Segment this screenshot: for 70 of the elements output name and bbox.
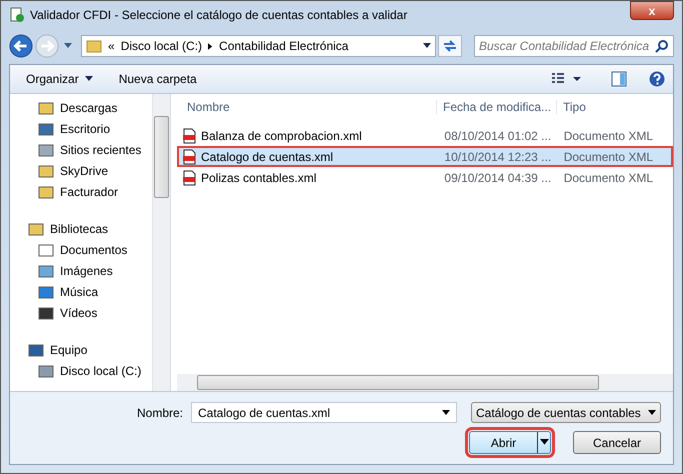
file-type: Documento XML xyxy=(562,170,654,184)
file-row[interactable]: Polizas contables.xml 09/10/2014 04:39 ... Documento XML xyxy=(177,167,673,188)
file-type: Documento XML xyxy=(562,128,654,142)
sidebar-item[interactable]: Descargas xyxy=(10,97,152,118)
file-name: Polizas contables.xml xyxy=(201,170,316,184)
horizontal-scrollbar[interactable] xyxy=(177,374,673,391)
vertical-scrollbar[interactable] xyxy=(152,94,170,391)
folder-icon xyxy=(38,284,54,300)
sidebar-item[interactable]: Vídeos xyxy=(10,302,152,323)
separator-arrow-icon[interactable] xyxy=(208,42,214,50)
sidebar-item[interactable]: SkyDrive xyxy=(10,160,152,181)
xml-file-icon xyxy=(181,128,197,144)
cancel-button[interactable]: Cancelar xyxy=(573,431,661,454)
dropdown-arrow-icon[interactable] xyxy=(423,43,431,49)
folder-icon xyxy=(38,242,54,258)
back-icon[interactable] xyxy=(9,34,33,58)
sidebar-item[interactable]: Escritorio xyxy=(10,118,152,139)
folder-icon xyxy=(38,362,54,378)
folder-icon xyxy=(38,100,54,116)
sidebar-item[interactable]: Música xyxy=(10,281,152,302)
sidebar-item[interactable]: Imágenes xyxy=(10,260,152,281)
caret-icon xyxy=(442,410,450,416)
folder-icon xyxy=(38,142,54,158)
sidebar-item[interactable]: Documentos xyxy=(10,239,152,260)
address-bar[interactable]: « Disco local (C:) Contabilidad Electrónica xyxy=(81,35,436,57)
caret-icon xyxy=(648,410,656,416)
file-date: 08/10/2014 01:02 ... xyxy=(443,128,552,142)
column-header[interactable]: Tipo xyxy=(556,100,672,114)
sidebar-item[interactable]: Bibliotecas xyxy=(10,218,152,239)
folder-icon xyxy=(86,38,102,54)
file-row[interactable]: Balanza de comprobacion.xml 08/10/2014 01:02 ... Documento XML xyxy=(177,125,673,146)
folder-icon xyxy=(38,162,54,178)
file-name-label: Nombre: xyxy=(136,406,183,420)
file-type-dropdown[interactable]: Catálogo de cuentas contables xyxy=(471,402,661,423)
folder-icon xyxy=(38,262,54,278)
file-row[interactable]: Catalogo de cuentas.xml 10/10/2014 12:23 ... Documento XML xyxy=(177,146,673,167)
xml-file-icon xyxy=(181,148,197,164)
breadcrumb[interactable]: Contabilidad Electrónica xyxy=(219,39,348,53)
window-title: Validador CFDI - Seleccione el catálogo de cuentas contables a validar xyxy=(30,8,408,22)
sidebar-item[interactable]: Facturador xyxy=(10,181,152,202)
file-name: Catalogo de cuentas.xml xyxy=(201,150,334,164)
overflow-chevron[interactable]: « xyxy=(108,39,115,53)
folder-icon xyxy=(28,342,44,358)
breadcrumb[interactable]: Disco local (C:) xyxy=(120,39,202,53)
caret-icon xyxy=(84,76,93,82)
search-field[interactable]: Buscar Contabilidad Electrónica xyxy=(474,35,674,57)
folder-icon xyxy=(38,304,54,320)
folder-icon xyxy=(38,120,54,136)
file-name: Balanza de comprobacion.xml xyxy=(201,128,362,142)
sidebar-item[interactable]: Sitios recientes xyxy=(10,139,152,160)
app-icon xyxy=(9,6,25,22)
preview-pane-icon[interactable] xyxy=(611,71,627,87)
caret-icon xyxy=(540,439,548,446)
search-icon xyxy=(655,39,669,53)
file-date: 10/10/2014 12:23 ... xyxy=(443,150,552,164)
xml-file-icon xyxy=(181,170,197,186)
file-type: Documento XML xyxy=(562,150,654,164)
column-header[interactable]: Nombre xyxy=(177,100,436,114)
folder-icon xyxy=(28,220,44,236)
view-options-icon[interactable] xyxy=(551,72,581,86)
organize-menu-button[interactable]: Organizar xyxy=(18,70,101,88)
file-name-field[interactable]: Catalogo de cuentas.xml xyxy=(191,402,457,423)
sidebar-item[interactable]: Disco local (C:) xyxy=(10,360,152,381)
refresh-icon[interactable] xyxy=(438,35,462,57)
sidebar-item[interactable]: Equipo xyxy=(10,339,152,360)
help-icon[interactable] xyxy=(649,71,665,87)
new-folder-button[interactable]: Nueva carpeta xyxy=(110,70,205,88)
column-header[interactable]: Fecha de modifica... xyxy=(436,100,556,114)
folder-icon xyxy=(38,184,54,200)
file-date: 09/10/2014 04:39 ... xyxy=(443,170,552,184)
